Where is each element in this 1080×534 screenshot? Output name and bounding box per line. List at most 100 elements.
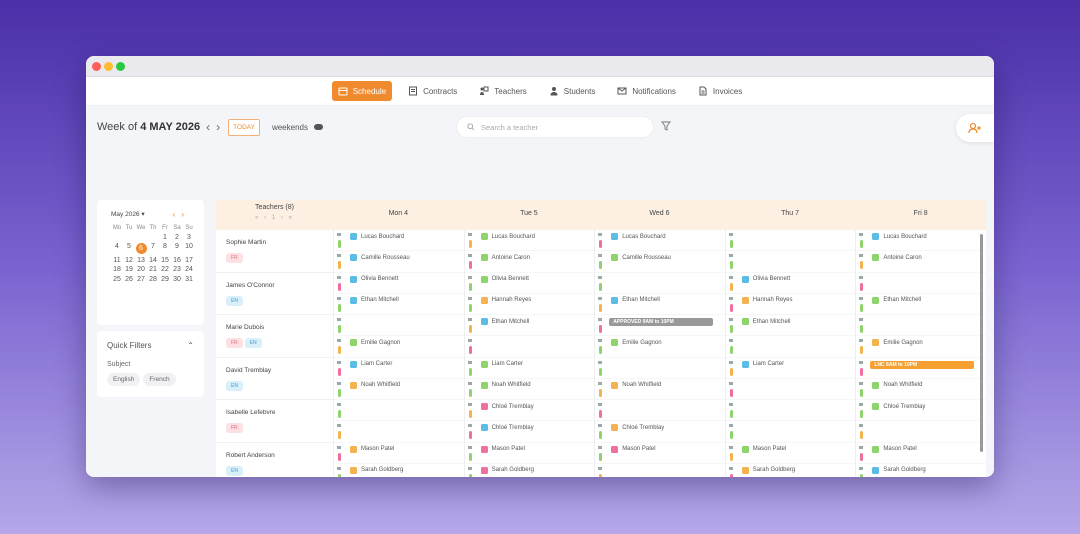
calendar-day[interactable]: 25 [111,276,123,283]
time-slot[interactable] [595,358,725,379]
time-slot[interactable]: Liam Carter [725,358,856,379]
nav-schedule[interactable]: Schedule [331,81,393,101]
calendar-day[interactable]: 21 [147,266,159,273]
today-button[interactable]: TODAY [228,118,260,136]
lesson-event[interactable]: Olivia Bennett [480,275,529,283]
calendar-day[interactable]: 30 [171,276,183,283]
calendar-day[interactable]: 2 [171,234,183,241]
calendar-day[interactable]: 14 [147,257,159,264]
lesson-event[interactable]: Mason Patel [741,445,786,453]
lesson-event[interactable]: Sarah Goldberg [350,466,403,474]
calendar-day[interactable]: 26 [123,276,135,283]
lesson-event[interactable]: Olivia Bennett [741,275,790,283]
time-slot[interactable]: Chloé Tremblay [595,421,725,443]
lesson-event[interactable]: Hannah Reyes [480,296,531,304]
calendar-day[interactable]: 19 [123,266,135,273]
lesson-event[interactable]: Chloé Tremblay [872,403,925,410]
calendar-day[interactable]: 5 [123,243,135,254]
time-slot[interactable]: Ethan Mitchell [595,294,725,315]
time-slot[interactable] [595,273,725,294]
maximize-window-button[interactable] [116,62,125,71]
time-slot[interactable]: Olivia Bennett [725,273,856,294]
time-slot[interactable]: Lucas Bouchard [856,230,986,252]
time-slot[interactable]: Lucas Bouchard [595,230,725,252]
time-slot[interactable]: Lucas Bouchard [334,230,464,252]
teacher-search-input[interactable]: Search a teacher [456,116,654,138]
lesson-event[interactable]: Sarah Goldberg [480,466,534,474]
nav-students[interactable]: Students [543,81,602,101]
time-slot[interactable] [856,421,986,443]
time-slot[interactable]: Mason Patel [595,443,725,464]
lesson-event[interactable]: Emilie Gagnon [611,339,662,347]
time-slot[interactable]: Ethan Mitchell [856,294,986,315]
lesson-event[interactable]: Emilie Gagnon [350,339,400,347]
calendar-day[interactable]: 22 [159,266,171,273]
time-slot[interactable] [856,273,986,294]
close-window-button[interactable] [92,62,101,71]
lesson-event[interactable]: Ethan Mitchell [350,296,399,304]
time-slot[interactable]: Camille Rousseau [334,251,464,273]
calendar-day[interactable]: 18 [111,266,123,273]
lesson-event[interactable]: Mason Patel [350,445,394,453]
filter-chip-french[interactable]: French [143,373,176,386]
lesson-event[interactable]: Sarah Goldberg [872,466,926,474]
lesson-event[interactable]: Noah Whitfield [611,381,661,389]
time-slot[interactable]: APPROVED 9AM to 10PM [595,315,725,337]
lesson-event[interactable]: Noah Whitfield [350,381,400,389]
calendar-day[interactable]: 29 [159,276,171,283]
time-slot[interactable]: Emilie Gagnon [856,336,986,358]
calendar-day[interactable]: 1 [159,234,171,241]
lesson-event[interactable]: Sarah Goldberg [741,466,795,474]
lesson-event[interactable]: Emilie Gagnon [872,339,923,347]
time-slot[interactable] [856,315,986,337]
time-slot[interactable] [725,336,856,358]
nav-contracts[interactable]: Contracts [402,81,463,101]
calendar-day[interactable]: 4 [111,243,123,254]
lesson-event[interactable]: Antoine Caron [872,254,922,262]
time-slot[interactable]: Noah Whitfield [856,379,986,400]
time-slot[interactable]: Hannah Reyes [464,294,595,315]
calendar-day[interactable]: 7 [147,243,159,254]
teacher-pager[interactable]: « ‹ 1 › » [216,215,333,221]
calendar-day[interactable]: 17 [183,257,195,264]
lesson-event[interactable]: Noah Whitfield [480,381,531,389]
time-slot[interactable]: Antoine Caron [464,251,595,273]
month-selector[interactable]: May 2026 ▾ [111,210,145,219]
calendar-day[interactable]: 10 [183,243,195,254]
approved-block[interactable]: APPROVED 9AM to 10PM [609,318,713,326]
time-slot[interactable]: Emilie Gagnon [334,336,464,358]
time-slot[interactable]: Olivia Bennett [334,273,464,294]
nav-teachers[interactable]: Teachers [473,81,532,101]
time-slot[interactable] [725,251,856,273]
lesson-event[interactable]: Ethan Mitchell [480,318,529,325]
lesson-event[interactable]: Chloé Tremblay [480,424,534,432]
lesson-event[interactable]: Camille Rousseau [350,254,410,262]
teacher-row[interactable]: Marie Dubois FR EN [216,315,333,358]
time-slot[interactable] [334,421,464,443]
lesson-event[interactable]: Hannah Reyes [741,296,793,304]
time-slot[interactable]: Sarah Goldberg [856,464,986,477]
lesson-event[interactable]: Lucas Bouchard [872,233,927,240]
teacher-row[interactable]: Sophie Martin FR [216,230,333,273]
teacher-row[interactable]: Isabelle Lefebvre FR [216,400,333,443]
time-slot[interactable] [595,400,725,422]
lesson-event[interactable]: Mason Patel [611,445,656,453]
time-slot[interactable] [595,464,725,477]
lesson-event[interactable]: Ethan Mitchell [872,296,921,304]
time-slot[interactable]: Sarah Goldberg [334,464,464,477]
time-slot[interactable] [725,379,856,400]
calendar-day[interactable]: 27 [135,276,147,283]
time-slot[interactable]: Noah Whitfield [334,379,464,400]
lesson-event[interactable]: Mason Patel [480,445,525,453]
teacher-row[interactable]: James O'Connor EN [216,273,333,315]
lesson-event[interactable]: Lucas Bouchard [611,233,666,240]
time-slot[interactable]: Sarah Goldberg [465,464,595,477]
time-slot[interactable]: Chloé Tremblay [464,400,595,422]
calendar-day[interactable]: 24 [183,266,195,273]
time-slot[interactable]: Antoine Caron [856,251,986,273]
lnc-block[interactable]: LNC 8AM to 10PM [870,360,974,369]
next-week-button[interactable]: › [216,120,220,134]
calendar-day[interactable]: 15 [159,257,171,264]
lesson-event[interactable]: Noah Whitfield [872,381,922,389]
calendar-day[interactable]: 8 [159,243,171,254]
